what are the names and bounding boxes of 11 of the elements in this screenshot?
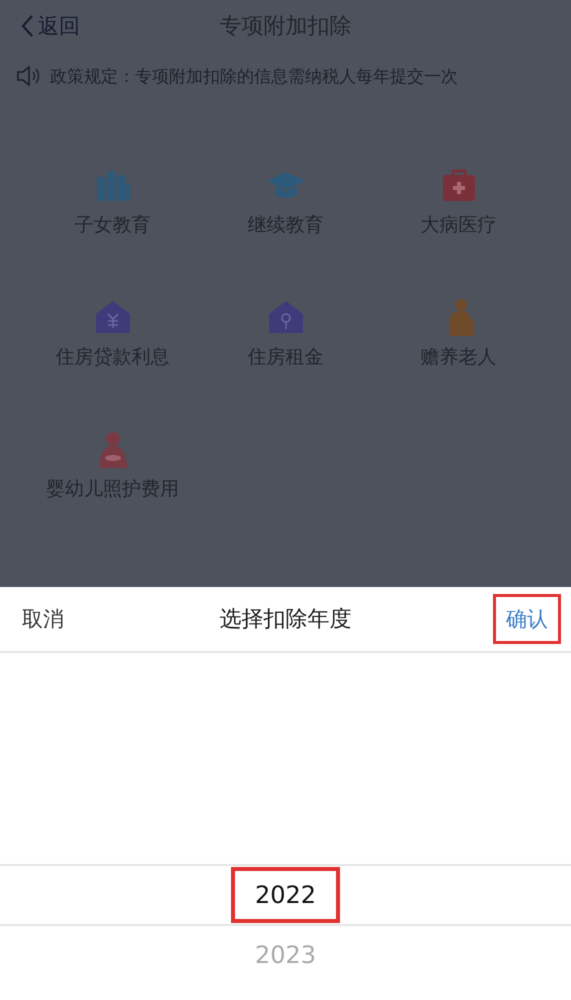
cancel-button[interactable]: 取消 — [22, 605, 64, 633]
year-option[interactable]: 2023 — [230, 927, 340, 983]
speaker-icon — [16, 64, 42, 88]
confirm-button[interactable]: 确认 — [493, 594, 561, 644]
house-icon — [94, 298, 130, 336]
picker-title: 选择扣除年度 — [220, 606, 352, 634]
house-icon — [268, 298, 304, 336]
back-icon — [20, 14, 34, 38]
back-button[interactable]: 返回 — [20, 12, 80, 40]
year-option[interactable]: 2022 — [230, 867, 340, 923]
mother-and-baby-icon — [96, 430, 128, 468]
